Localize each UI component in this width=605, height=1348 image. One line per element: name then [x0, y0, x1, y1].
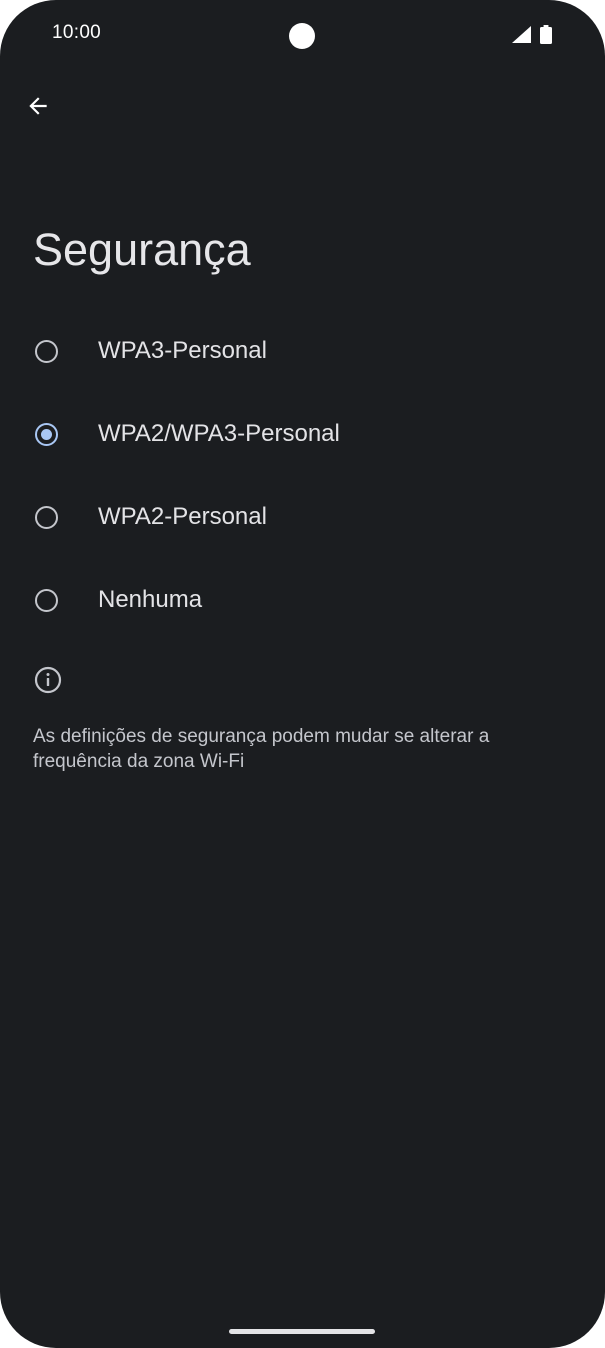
back-button[interactable]: [14, 82, 62, 130]
option-wpa3-personal[interactable]: WPA3-Personal: [0, 313, 605, 389]
option-nenhuma[interactable]: Nenhuma: [0, 562, 605, 638]
gesture-navigation-bar[interactable]: [229, 1329, 375, 1334]
status-time: 10:00: [52, 22, 102, 43]
radio-button[interactable]: [35, 505, 58, 529]
info-icon: [34, 666, 62, 694]
option-wpa2-personal[interactable]: WPA2-Personal: [0, 479, 605, 555]
arrow-back-icon: [29, 97, 47, 115]
battery-icon: [540, 25, 552, 44]
signal-icon: [512, 26, 531, 43]
radio-button[interactable]: [35, 339, 58, 363]
info-text: As definições de segurança podem mudar s…: [33, 726, 490, 772]
option-label: Nenhuma: [98, 586, 203, 613]
phone-screen: 10:00 Segurança WPA3-Personal WPA2/WPA3-…: [0, 0, 605, 1348]
option-label: WPA2-Personal: [98, 503, 267, 530]
option-label: WPA2/WPA3-Personal: [98, 420, 340, 447]
page-title: Segurança: [33, 224, 251, 275]
radio-button[interactable]: [35, 588, 58, 612]
option-wpa2-wpa3-personal[interactable]: WPA2/WPA3-Personal: [0, 396, 605, 472]
option-label: WPA3-Personal: [98, 337, 267, 364]
radio-button-selected[interactable]: [35, 422, 58, 446]
camera-cutout: [289, 23, 315, 49]
